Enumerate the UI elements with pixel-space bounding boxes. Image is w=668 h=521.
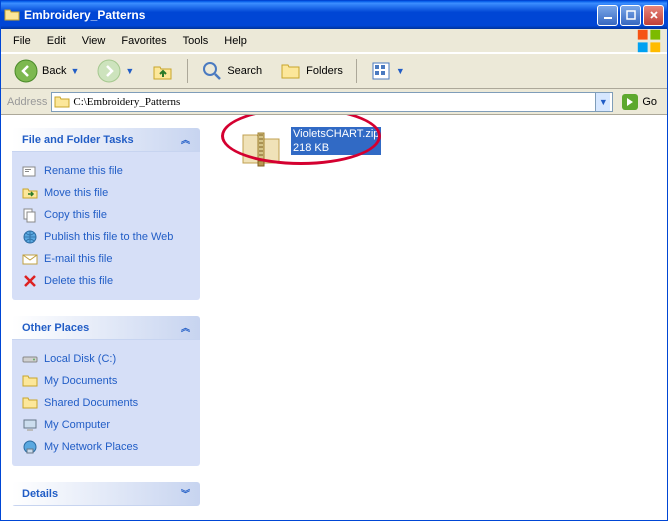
window-title: Embroidery_Patterns [24, 8, 597, 22]
menubar: File Edit View Favorites Tools Help [1, 29, 667, 53]
folders-button[interactable]: Folders [273, 56, 350, 86]
titlebar[interactable]: Embroidery_Patterns [1, 1, 667, 29]
views-icon [370, 60, 392, 82]
close-button[interactable] [643, 5, 664, 26]
go-label: Go [642, 96, 657, 108]
file-size: 218 KB [291, 141, 381, 155]
folder-icon [4, 7, 20, 23]
places-panel: Other Places ︽ Local Disk (C:) My Docume… [11, 315, 201, 467]
address-field[interactable]: ▼ [51, 92, 613, 112]
task-publish[interactable]: Publish this file to the Web [22, 226, 190, 248]
file-name: VioletsCHART.zip [291, 127, 381, 141]
go-button[interactable]: Go [617, 91, 661, 113]
panel-title: File and Folder Tasks [22, 134, 134, 146]
task-rename[interactable]: Rename this file [22, 160, 190, 182]
place-local-disk[interactable]: Local Disk (C:) [22, 348, 190, 370]
menu-edit[interactable]: Edit [39, 32, 74, 50]
task-copy[interactable]: Copy this file [22, 204, 190, 226]
folders-label: Folders [306, 65, 343, 77]
chevron-up-icon: ︽ [181, 133, 190, 146]
up-button[interactable] [145, 56, 181, 86]
chevron-down-icon: ▼ [599, 97, 608, 107]
go-icon [621, 93, 639, 111]
place-network[interactable]: My Network Places [22, 436, 190, 458]
panel-title: Details [22, 488, 58, 500]
delete-icon [22, 273, 38, 289]
places-panel-header[interactable]: Other Places ︽ [12, 316, 200, 340]
forward-button[interactable]: ▼ [90, 55, 141, 87]
chevron-down-icon: ▼ [70, 66, 79, 76]
address-dropdown[interactable]: ▼ [595, 93, 610, 111]
zip-file-icon [239, 127, 283, 171]
address-label: Address [7, 96, 47, 108]
menu-file[interactable]: File [5, 32, 39, 50]
chevron-down-icon: ▼ [396, 66, 405, 76]
chevron-up-icon: ︽ [181, 321, 190, 334]
back-label: Back [42, 65, 66, 77]
search-icon [201, 60, 223, 82]
email-icon [22, 251, 38, 267]
address-input[interactable] [70, 96, 595, 108]
file-item[interactable]: VioletsCHART.zip 218 KB [239, 127, 419, 171]
toolbar: Back ▼ ▼ Search Folders ▼ [1, 53, 667, 89]
details-panel: Details ︾ [11, 481, 201, 507]
explorer-window: Embroidery_Patterns File Edit View Favor… [0, 0, 668, 521]
computer-icon [22, 417, 38, 433]
chevron-down-icon: ▼ [125, 66, 134, 76]
place-my-documents[interactable]: My Documents [22, 370, 190, 392]
panel-title: Other Places [22, 322, 89, 334]
menu-view[interactable]: View [74, 32, 114, 50]
move-icon [22, 185, 38, 201]
task-move[interactable]: Move this file [22, 182, 190, 204]
folder-up-icon [152, 60, 174, 82]
side-pane: File and Folder Tasks ︽ Rename this file… [1, 115, 211, 520]
maximize-button[interactable] [620, 5, 641, 26]
copy-icon [22, 207, 38, 223]
menu-help[interactable]: Help [216, 32, 255, 50]
task-delete[interactable]: Delete this file [22, 270, 190, 292]
menu-tools[interactable]: Tools [175, 32, 217, 50]
separator [356, 59, 357, 83]
menu-favorites[interactable]: Favorites [113, 32, 174, 50]
addressbar: Address ▼ Go [1, 89, 667, 115]
disk-icon [22, 351, 38, 367]
network-icon [22, 439, 38, 455]
search-button[interactable]: Search [194, 56, 269, 86]
folders-icon [280, 60, 302, 82]
content-area: File and Folder Tasks ︽ Rename this file… [1, 115, 667, 520]
documents-icon [22, 373, 38, 389]
windows-logo-icon [635, 31, 663, 51]
file-list-view[interactable]: VioletsCHART.zip 218 KB [211, 115, 667, 520]
views-button[interactable]: ▼ [363, 56, 412, 86]
chevron-down-icon: ︾ [181, 487, 190, 500]
tasks-panel: File and Folder Tasks ︽ Rename this file… [11, 127, 201, 301]
separator [187, 59, 188, 83]
globe-icon [22, 229, 38, 245]
folder-icon [54, 94, 70, 110]
back-button[interactable]: Back ▼ [7, 55, 86, 87]
place-shared-documents[interactable]: Shared Documents [22, 392, 190, 414]
task-email[interactable]: E-mail this file [22, 248, 190, 270]
rename-icon [22, 163, 38, 179]
back-icon [14, 59, 38, 83]
place-my-computer[interactable]: My Computer [22, 414, 190, 436]
shared-folder-icon [22, 395, 38, 411]
minimize-button[interactable] [597, 5, 618, 26]
tasks-panel-header[interactable]: File and Folder Tasks ︽ [12, 128, 200, 152]
search-label: Search [227, 65, 262, 77]
details-panel-header[interactable]: Details ︾ [12, 482, 200, 506]
forward-icon [97, 59, 121, 83]
